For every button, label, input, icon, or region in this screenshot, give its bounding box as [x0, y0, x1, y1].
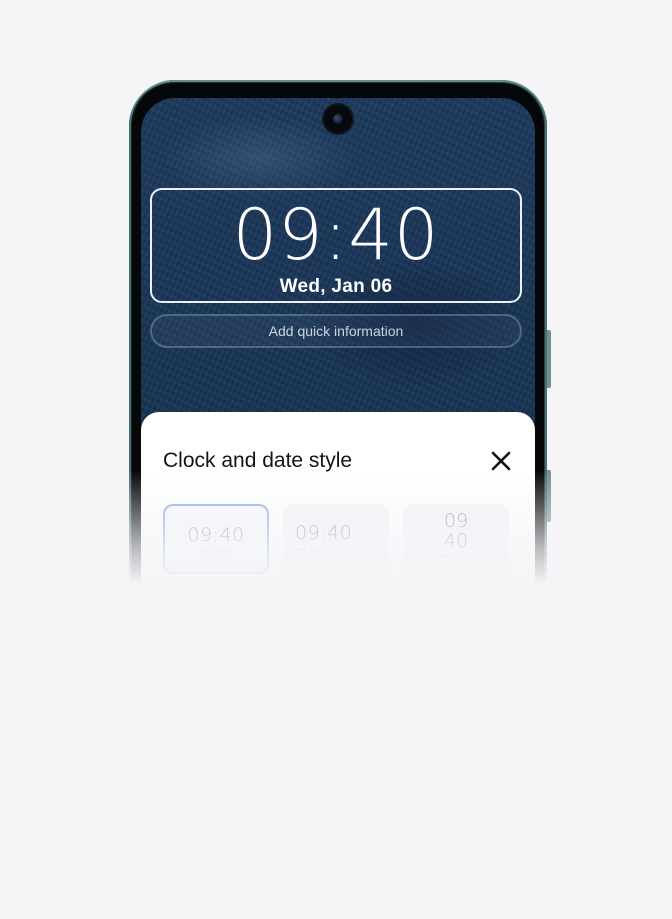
clock-style-option-left[interactable]: 09:40 Wed, Jan 06 [283, 504, 389, 574]
close-icon[interactable] [489, 449, 513, 473]
add-quick-information-button[interactable]: Add quick information [150, 314, 522, 348]
power-button [547, 470, 551, 522]
volume-button [547, 330, 551, 388]
page: 09:40 Wed, Jan 06 Add quick information … [0, 0, 672, 919]
clock-style-sheet: Clock and date style 09:40 Wed, Jan 06 0… [141, 412, 535, 600]
style-option-time: 09:40 [187, 524, 245, 546]
lock-screen: 09:40 Wed, Jan 06 Add quick information … [141, 98, 535, 600]
front-camera-icon [324, 105, 352, 133]
clock-date: Wed, Jan 06 [279, 276, 393, 297]
style-option-hour: 09 [443, 510, 469, 532]
phone-frame: 09:40 Wed, Jan 06 Add quick information … [129, 80, 551, 600]
clock-style-option-stacked[interactable]: 09 40 Wed, Jan 06 [403, 504, 509, 574]
clock-time: 09:40 [232, 194, 440, 276]
clock-widget[interactable]: 09:40 Wed, Jan 06 [150, 188, 522, 303]
style-option-time: 09:40 [295, 522, 353, 544]
style-option-date: Wed, Jan 06 [442, 554, 470, 559]
style-option-date: Wed, Jan 06 [297, 547, 325, 552]
sheet-title: Clock and date style [163, 449, 353, 472]
clock-style-option-centered[interactable]: 09:40 Wed, Jan 06 [163, 504, 269, 574]
style-option-minute: 40 [443, 530, 469, 552]
style-option-date: Wed, Jan 06 [202, 549, 230, 554]
